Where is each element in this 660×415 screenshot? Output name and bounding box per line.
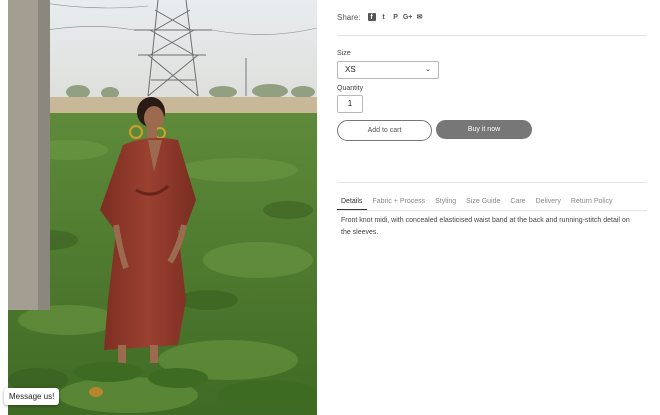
product-photo-illustration	[8, 0, 317, 415]
tab-styling[interactable]: Styling	[430, 196, 461, 211]
quantity-label: Quantity	[337, 85, 364, 92]
divider	[337, 35, 647, 36]
product-description: Front knot midi, with concealed elastici…	[341, 217, 630, 236]
tab-fabric-process[interactable]: Fabric + Process	[367, 196, 430, 211]
google-plus-icon[interactable]: G+	[403, 13, 413, 21]
buy-it-now-button[interactable]: Buy it now	[436, 120, 532, 139]
product-photo[interactable]	[8, 0, 317, 415]
chevron-down-icon: ⌄	[425, 66, 431, 73]
tabs-divider	[337, 210, 647, 211]
share-row: Share: f t P G+ ✉	[337, 11, 424, 23]
pinterest-icon[interactable]: P	[392, 13, 400, 21]
product-info-tabs: Details Fabric + Process Styling Size Gu…	[337, 196, 618, 211]
email-icon[interactable]: ✉	[416, 13, 424, 21]
share-label: Share:	[337, 12, 361, 22]
quantity-input[interactable]: 1	[337, 95, 363, 113]
tab-size-guide[interactable]: Size Guide	[461, 196, 505, 211]
tab-care[interactable]: Care	[505, 196, 530, 211]
size-select-value: XS	[345, 65, 356, 74]
message-us-button[interactable]: Message us!	[4, 388, 60, 405]
tab-details[interactable]: Details	[337, 196, 368, 210]
size-label: Size	[337, 50, 351, 57]
tab-return-policy[interactable]: Return Policy	[566, 196, 618, 211]
tab-delivery[interactable]: Delivery	[531, 196, 566, 211]
size-select[interactable]: XS ⌄	[337, 61, 439, 79]
add-to-cart-button[interactable]: Add to cart	[337, 120, 432, 141]
facebook-icon[interactable]: f	[367, 13, 376, 21]
divider	[337, 182, 647, 183]
twitter-icon[interactable]: t	[380, 13, 388, 21]
